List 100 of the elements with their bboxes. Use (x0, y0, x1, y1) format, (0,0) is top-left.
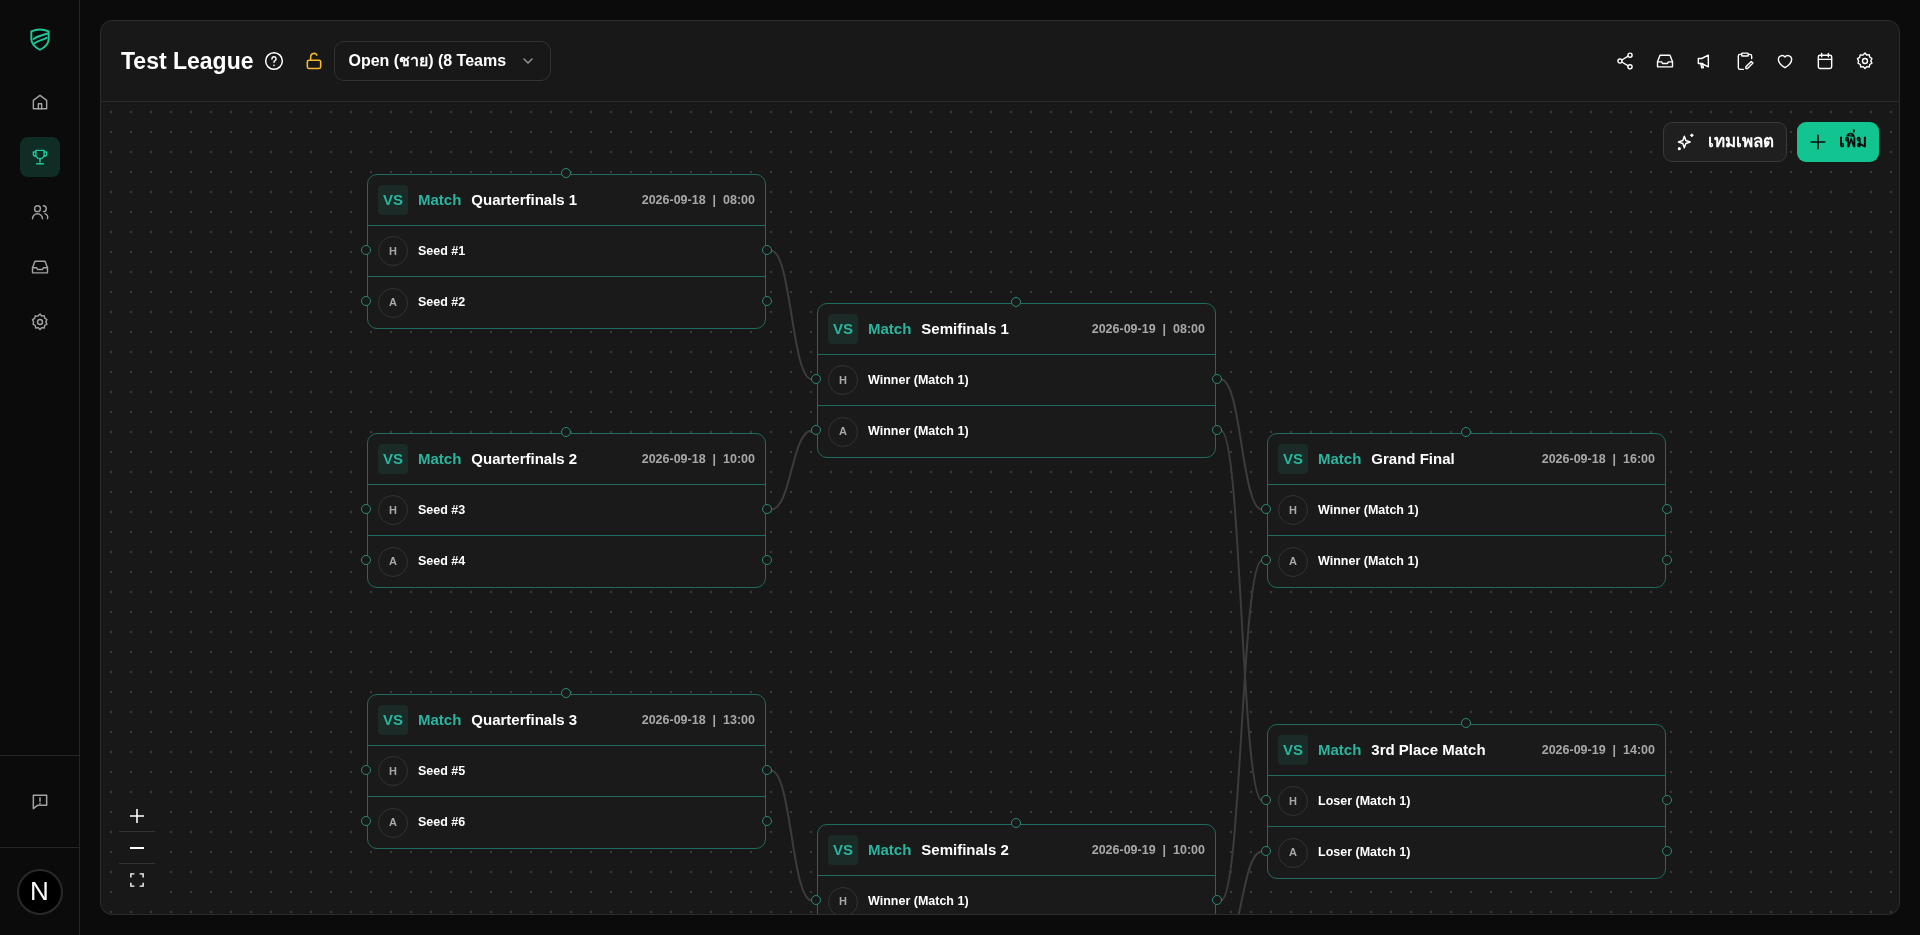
match-label: Match (868, 318, 912, 339)
match-label: Match (868, 839, 912, 860)
toolbar-button[interactable] (1855, 51, 1875, 71)
connection-handle[interactable] (811, 373, 821, 384)
connection-handle[interactable] (1460, 427, 1471, 437)
connection-handle[interactable] (1662, 845, 1672, 856)
connection-handle[interactable] (1261, 794, 1271, 805)
vs-badge: VS (828, 314, 858, 344)
connection-handle[interactable] (361, 503, 371, 514)
toolbar-button[interactable] (1815, 51, 1835, 71)
connection-handle[interactable] (762, 554, 772, 565)
settings-icon (29, 312, 50, 332)
connection-handle[interactable] (1212, 373, 1222, 384)
user-avatar[interactable]: N (16, 868, 63, 915)
connection-handle[interactable] (1261, 554, 1271, 565)
team-name: Loser (Match 1) (1318, 844, 1411, 862)
connection-handle[interactable] (1460, 718, 1471, 728)
match-title: Semifinals 1 (921, 318, 1009, 339)
division-dropdown[interactable]: Open (ชาย) (8 Teams (333, 41, 552, 81)
minus-icon (129, 846, 145, 849)
match-schedule: 2026-09-19 | 14:00 (1541, 741, 1655, 759)
match-schedule: 2026-09-18 | 08:00 (641, 191, 755, 209)
team-name: Loser (Match 1) (1318, 792, 1411, 810)
plus-icon (1809, 133, 1827, 151)
connection-handle[interactable] (762, 764, 772, 775)
vs-badge: VS (1278, 735, 1308, 765)
match-card[interactable]: VS Match Grand Final 2026-09-18 | 16:00 H Winner (Match 1) A Winner (Match 1) (1267, 433, 1666, 588)
connection-handle[interactable] (1212, 894, 1222, 905)
connection-handle[interactable] (762, 815, 772, 826)
add-button[interactable]: เพิ่ม (1797, 122, 1879, 162)
connection-handle[interactable] (811, 424, 821, 435)
match-label: Match (418, 448, 462, 469)
match-schedule: 2026-09-19 | 10:00 (1091, 841, 1205, 859)
connection-handle[interactable] (811, 894, 821, 905)
connection-handle[interactable] (361, 764, 371, 775)
team-name: Seed #4 (418, 553, 466, 571)
connection-handle[interactable] (361, 295, 371, 306)
toolbar-button[interactable] (1655, 51, 1675, 71)
connection-handle[interactable] (762, 503, 772, 514)
team-name: Seed #1 (418, 242, 466, 260)
inbox-icon (29, 257, 50, 277)
connection-handle[interactable] (361, 554, 371, 565)
connection-handle[interactable] (560, 168, 571, 178)
match-card[interactable]: VS Match Quarterfinals 3 2026-09-18 | 13:00 H Seed #5 A Seed #6 (367, 694, 766, 849)
match-title: Quarterfinals 3 (471, 709, 578, 730)
sparkles-icon (1676, 132, 1696, 152)
connection-handle[interactable] (1261, 845, 1271, 856)
match-title: Quarterfinals 2 (471, 448, 578, 469)
share-icon (1615, 51, 1635, 71)
vs-badge: VS (378, 444, 408, 474)
settings-icon (1855, 51, 1875, 71)
connection-handle[interactable] (1010, 818, 1021, 828)
connection-handle[interactable] (762, 244, 772, 255)
match-label: Match (418, 709, 462, 730)
toolbar-button[interactable] (1615, 51, 1635, 71)
match-card[interactable]: VS Match Semifinals 2 2026-09-19 | 10:00 H Winner (Match 1) (817, 824, 1216, 914)
match-card[interactable]: VS Match Quarterfinals 2 2026-09-18 | 10:00 H Seed #3 A Seed #4 (367, 433, 766, 588)
match-label: Match (1318, 448, 1362, 469)
match-card[interactable]: VS Match Quarterfinals 1 2026-09-18 | 08:00 H Seed #1 A Seed #2 (367, 174, 766, 329)
match-schedule: 2026-09-18 | 16:00 (1541, 450, 1655, 468)
team-name: Winner (Match 1) (1318, 553, 1419, 571)
fullscreen-icon (130, 873, 144, 887)
team-name: Seed #3 (418, 501, 466, 519)
connection-handle[interactable] (560, 427, 571, 437)
team-name: Seed #5 (418, 762, 466, 780)
sidebar-nav-item[interactable] (19, 137, 60, 177)
vs-badge: VS (378, 705, 408, 735)
match-schedule: 2026-09-18 | 13:00 (641, 711, 755, 729)
connection-handle[interactable] (1261, 503, 1271, 514)
plus-icon (129, 807, 145, 824)
team-name: Winner (Match 1) (868, 371, 969, 389)
connection-handle[interactable] (1662, 794, 1672, 805)
team-name: Winner (Match 1) (868, 893, 969, 911)
help-icon[interactable] (263, 51, 284, 71)
match-card[interactable]: VS Match Semifinals 1 2026-09-19 | 08:00 H Winner (Match 1) A Winner (Match 1) (817, 303, 1216, 458)
match-schedule: 2026-09-19 | 08:00 (1091, 320, 1205, 338)
match-title: Semifinals 2 (921, 839, 1009, 860)
clipboard-pen-icon (1735, 51, 1755, 71)
connection-handle[interactable] (1662, 503, 1672, 514)
team-name: Winner (Match 1) (1318, 501, 1419, 519)
connection-handle[interactable] (1010, 297, 1021, 307)
toolbar-button[interactable] (1735, 51, 1755, 71)
connection-handle[interactable] (361, 815, 371, 826)
connection-handle[interactable] (560, 688, 571, 698)
match-card[interactable]: VS Match 3rd Place Match 2026-09-19 | 14:00 H Loser (Match 1) A Loser (Match 1) (1267, 724, 1666, 879)
vs-badge: VS (378, 185, 408, 215)
connection-handle[interactable] (1662, 554, 1672, 565)
match-title: Quarterfinals 1 (471, 189, 578, 210)
template-button[interactable]: เทมเพลต (1663, 122, 1787, 162)
connection-handle[interactable] (762, 295, 772, 306)
connection-handle[interactable] (361, 244, 371, 255)
vs-badge: VS (1278, 444, 1308, 474)
match-title: Grand Final (1371, 448, 1455, 469)
connection-handle[interactable] (1212, 424, 1222, 435)
match-schedule: 2026-09-18 | 10:00 (641, 450, 755, 468)
users-icon (29, 202, 50, 222)
team-name: Seed #2 (418, 294, 466, 312)
team-name: Seed #6 (418, 814, 466, 832)
match-label: Match (418, 189, 462, 210)
team-name: Winner (Match 1) (868, 423, 969, 441)
